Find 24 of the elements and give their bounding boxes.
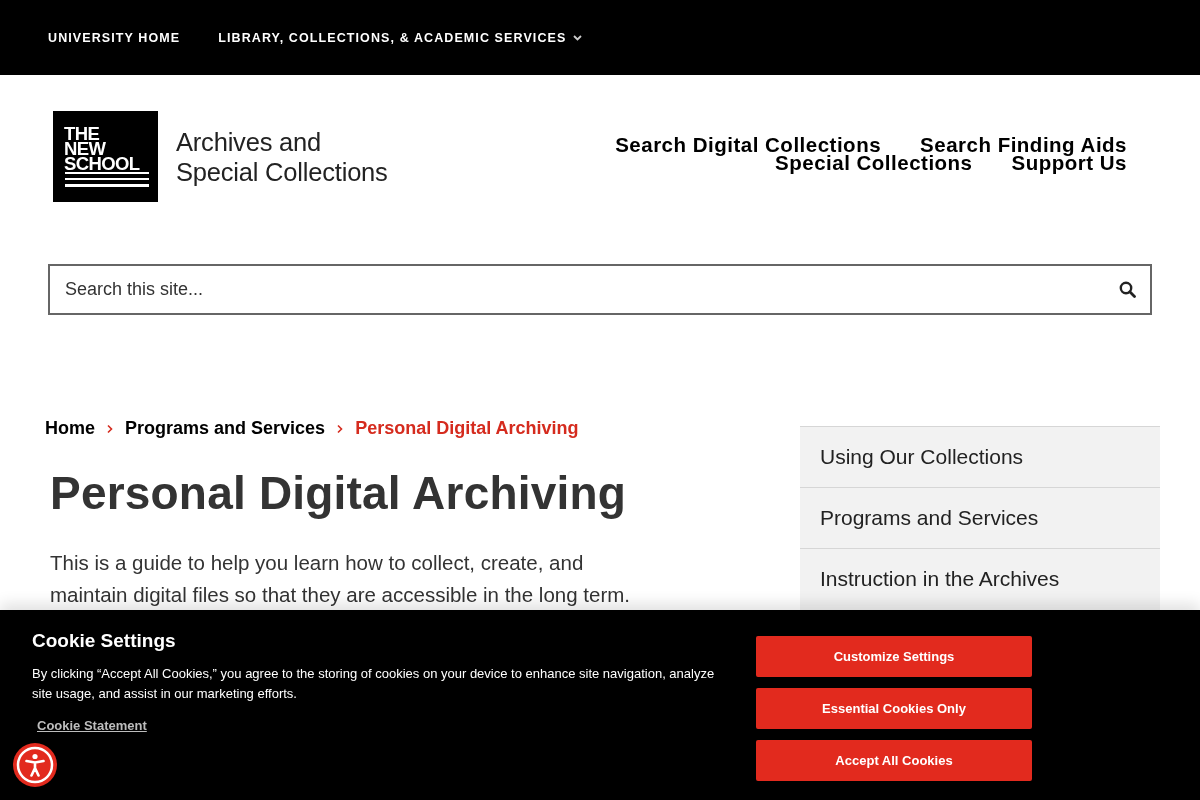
header-nav-link[interactable]: Special Collections [775, 154, 973, 172]
chevron-down-icon [573, 34, 583, 41]
cookie-banner-text: By clicking “Accept All Cookies,” you agree to the storing of cookies on your device to enhance site navigation, analyze site usage, and assist in our marketing efforts. [32, 665, 716, 703]
breadcrumb-link[interactable]: Personal Digital Archiving [355, 417, 579, 439]
header-nav-link[interactable]: Search Finding Aids [920, 136, 1127, 154]
chevron-right-icon [337, 424, 344, 434]
top-nav-link[interactable]: UNIVERSITY HOME [48, 30, 181, 45]
cookie-button[interactable]: Accept All Cookies [756, 740, 1032, 781]
top-nav-link[interactable]: LIBRARY, COLLECTIONS, & ACADEMIC SERVICES [218, 30, 583, 45]
cookie-banner-title: Cookie Settings [32, 630, 176, 652]
breadcrumb-link[interactable]: Home [45, 417, 95, 439]
accessibility-icon [16, 746, 54, 784]
cookie-button[interactable]: Customize Settings [756, 636, 1032, 677]
cookie-button[interactable]: Essential Cookies Only [756, 688, 1032, 729]
search-field[interactable]: Search this site... [48, 264, 1152, 315]
chevron-right-icon [107, 424, 113, 434]
search-icon [1119, 281, 1136, 298]
intro-paragraph: This is a guide to help you learn how to collect, create, and maintain digital files so that they are accessible in the long term. [50, 550, 631, 608]
site-title: Archives and Special Collections [176, 126, 388, 187]
header-nav-link[interactable]: Search Digital Collections [615, 136, 882, 154]
page-title: Personal Digital Archiving [50, 466, 628, 521]
cookie-statement-link[interactable]: Cookie Statement [37, 716, 147, 736]
school-logo[interactable]: THE NEW SCHOOL [53, 111, 158, 202]
breadcrumb-link[interactable]: Programs and Services [125, 417, 326, 439]
